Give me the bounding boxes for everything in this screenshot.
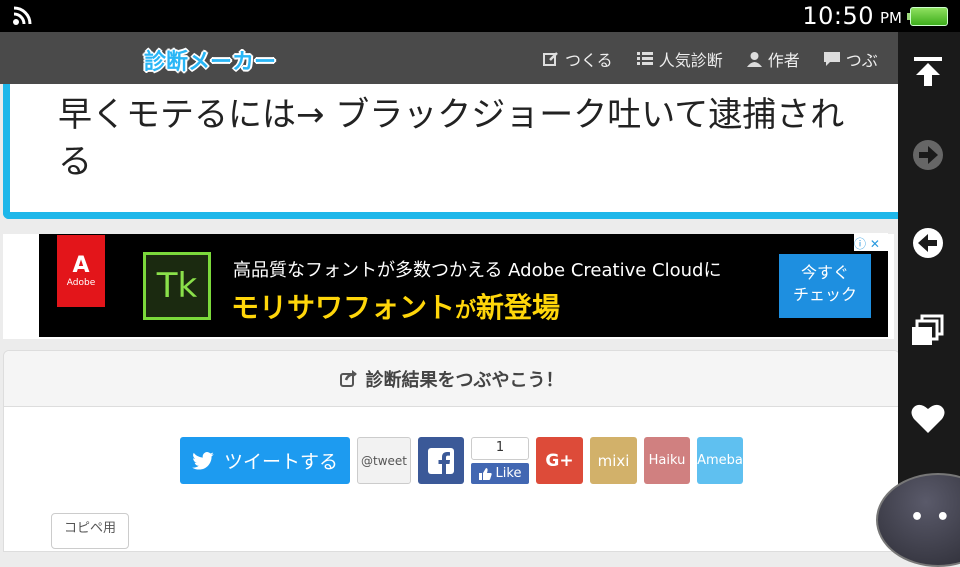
share-heading: 診断結果をつぶやこう！ — [4, 351, 899, 407]
more-dots-icon: • • • — [910, 505, 960, 530]
ad-main-text: モリサワフォントが新登場 — [231, 291, 561, 324]
share-card: 診断結果をつぶやこう！ ツイートする @tweet 1 Like G+ mixi… — [3, 350, 900, 552]
twitter-bird-icon — [192, 451, 214, 470]
nav-item-label: つぶ — [845, 51, 878, 70]
site-header: 診断メーカー つくる 人気診断 作者 つぶ — [0, 32, 898, 84]
clock-time: 10:50 — [802, 2, 874, 30]
nav-item-create[interactable]: つくる — [543, 47, 613, 71]
browser-sidebar — [898, 32, 960, 544]
nav-item-tweets[interactable]: つぶ — [823, 47, 878, 71]
site-logo[interactable]: 診断メーカー — [144, 44, 276, 76]
adobe-logo: A Adobe — [57, 235, 105, 307]
ameba-button[interactable]: Ameba — [697, 437, 743, 484]
user-icon — [746, 52, 762, 67]
forward-icon[interactable] — [911, 138, 945, 172]
google-plus-button[interactable]: G+ — [536, 437, 583, 484]
comment-icon — [823, 51, 840, 66]
result-card: 早くモテるには→ ブラックジョーク吐いて逮捕される — [3, 84, 908, 219]
like-button[interactable]: Like — [471, 463, 529, 484]
facebook-like-widget[interactable]: 1 Like — [471, 437, 529, 484]
ad-info-icon[interactable]: ⓘ ✕ — [854, 233, 888, 251]
result-title: 早くモテるには→ ブラックジョーク吐いて逮捕される — [58, 95, 845, 182]
nav-item-author[interactable]: 作者 — [746, 47, 800, 71]
favorite-heart-icon[interactable] — [911, 402, 945, 434]
scroll-to-top-icon[interactable] — [911, 54, 945, 88]
wifi-signal-icon — [13, 6, 32, 25]
battery-icon — [907, 7, 948, 26]
mixi-button[interactable]: mixi — [590, 437, 637, 484]
list-icon — [636, 52, 653, 65]
facebook-share-button[interactable] — [418, 437, 464, 484]
nav-item-label: 人気診断 — [658, 51, 723, 70]
back-icon[interactable] — [911, 226, 945, 260]
ad-banner[interactable]: A Adobe Tk 高品質なフォントが多数つかえる Adobe Creativ… — [39, 233, 888, 337]
ad-cta-button[interactable]: 今すぐ チェック — [779, 254, 871, 318]
like-count: 1 — [471, 437, 529, 460]
nav-item-label: つくる — [565, 51, 613, 70]
nav-item-popular[interactable]: 人気診断 — [636, 47, 723, 71]
typekit-logo: Tk — [143, 252, 211, 320]
tabs-icon[interactable] — [911, 314, 945, 348]
at-tweet-button[interactable]: @tweet — [357, 437, 411, 484]
ad-container: A Adobe Tk 高品質なフォントが多数つかえる Adobe Creativ… — [3, 233, 894, 339]
facebook-icon — [428, 447, 454, 474]
ad-headline: 高品質なフォントが多数つかえる Adobe Creative Cloudに — [233, 260, 722, 281]
nav-item-label: 作者 — [767, 51, 800, 70]
tweet-button[interactable]: ツイートする — [180, 437, 350, 484]
edit-icon — [543, 52, 558, 66]
status-bar: 10:50 PM — [0, 0, 960, 32]
header-nav: つくる 人気診断 作者 つぶ — [543, 47, 902, 71]
haiku-button[interactable]: Haiku — [644, 437, 690, 484]
share-buttons: ツイートする @tweet 1 Like G+ mixi Haiku Ameba — [180, 437, 743, 484]
clock-ampm: PM — [880, 9, 902, 27]
share-icon — [339, 370, 357, 387]
thumbs-up-icon — [478, 467, 492, 480]
